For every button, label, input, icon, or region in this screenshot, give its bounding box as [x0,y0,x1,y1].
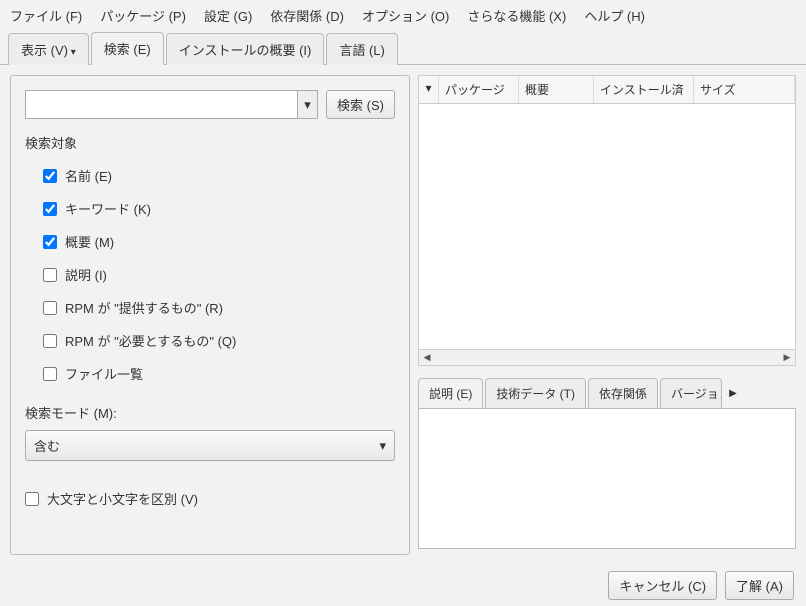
check-name[interactable] [43,169,57,183]
tab-install-summary[interactable]: インストールの概要 (I) [166,33,325,65]
chevron-down-icon: ▾ [304,97,311,113]
detail-tab-deps[interactable]: 依存関係 [588,378,658,408]
search-input[interactable] [26,91,297,118]
check-keyword-label: キーワード (K) [65,199,151,218]
package-table: ▾ パッケージ 概要 インストール済 サイズ [418,75,796,350]
search-mode-select[interactable]: 含む ▾ [25,430,395,461]
check-provides[interactable] [43,301,57,315]
ok-button[interactable]: 了解 (A) [725,571,794,600]
footer: キャンセル (C) 了解 (A) [0,565,806,606]
check-requires-label: RPM が "必要とするもの" (Q) [65,331,236,350]
table-col-installed[interactable]: インストール済 [594,76,694,103]
menu-help[interactable]: ヘルプ (H) [584,6,645,25]
table-col-menu[interactable]: ▾ [419,76,439,103]
tab-view[interactable]: 表示 (V) [8,33,89,65]
tab-language[interactable]: 言語 (L) [326,33,398,65]
main-tabs: 表示 (V) 検索 (E) インストールの概要 (I) 言語 (L) [0,31,806,65]
check-provides-label: RPM が "提供するもの" (R) [65,298,223,317]
check-description[interactable] [43,268,57,282]
search-button[interactable]: 検索 (S) [326,90,395,119]
search-mode-value: 含む [34,436,60,455]
check-summary-label: 概要 (M) [65,232,114,251]
table-body[interactable] [419,104,795,349]
menu-file[interactable]: ファイル (F) [10,6,82,25]
detail-tabs-scroll-right[interactable]: ▶ [724,378,742,408]
check-filelist[interactable] [43,367,57,381]
menu-settings[interactable]: 設定 (G) [204,6,252,25]
detail-tabs: 説明 (E) 技術データ (T) 依存関係 バージョン ▶ [418,378,796,409]
check-requires[interactable] [43,334,57,348]
table-col-package[interactable]: パッケージ [439,76,519,103]
scroll-left-icon[interactable]: ◀ [419,350,435,365]
table-col-size[interactable]: サイズ [694,76,795,103]
menu-deps[interactable]: 依存関係 (D) [270,6,344,25]
scroll-right-icon[interactable]: ▶ [779,350,795,365]
menu-package[interactable]: パッケージ (P) [100,6,186,25]
search-combo-dropdown[interactable]: ▾ [297,91,317,118]
check-keyword[interactable] [43,202,57,216]
cancel-button[interactable]: キャンセル (C) [608,571,717,600]
menu-options[interactable]: オプション (O) [362,6,449,25]
detail-body [418,409,796,549]
detail-tab-versions[interactable]: バージョン [660,378,722,408]
detail-tab-description[interactable]: 説明 (E) [418,378,483,408]
detail-tab-techdata[interactable]: 技術データ (T) [485,378,586,408]
check-filelist-label: ファイル一覧 [65,364,143,383]
table-col-summary[interactable]: 概要 [519,76,594,103]
search-target-label: 検索対象 [25,133,395,152]
search-panel: ▾ 検索 (S) 検索対象 名前 (E) キーワード (K) 概要 (M) 説明… [10,75,410,555]
search-combo[interactable]: ▾ [25,90,318,119]
tab-search[interactable]: 検索 (E) [91,32,164,65]
check-case-sensitive[interactable] [25,492,39,506]
check-description-label: 説明 (I) [65,265,107,284]
search-mode-label: 検索モード (M): [25,403,395,422]
menu-extra[interactable]: さらなる機能 (X) [467,6,566,25]
menubar: ファイル (F) パッケージ (P) 設定 (G) 依存関係 (D) オプション… [0,0,806,31]
check-name-label: 名前 (E) [65,166,112,185]
chevron-down-icon: ▾ [379,438,386,454]
check-summary[interactable] [43,235,57,249]
table-hscrollbar[interactable]: ◀ ▶ [418,350,796,366]
check-case-label: 大文字と小文字を区別 (V) [47,489,198,508]
